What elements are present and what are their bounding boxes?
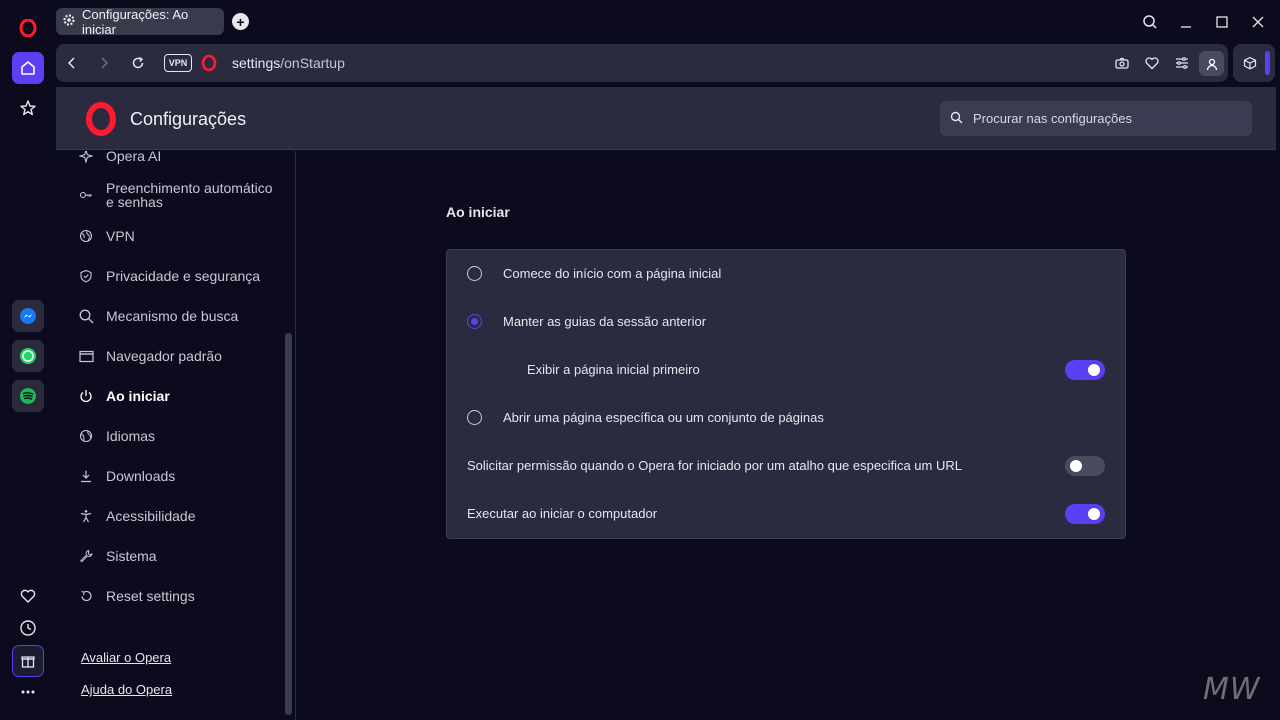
tab-settings[interactable]: Configurações: Ao iniciar	[56, 6, 224, 37]
search-input[interactable]	[973, 111, 1243, 126]
nav-item-vpn[interactable]: VPN	[78, 228, 278, 244]
nav-scrollbar[interactable]	[285, 333, 292, 715]
nav-item-languages[interactable]: Idiomas	[78, 428, 278, 444]
whatsapp-icon[interactable]	[12, 340, 44, 372]
nav-item-privacy[interactable]: Privacidade e segurança	[78, 268, 278, 284]
radio-start-fresh[interactable]	[467, 266, 482, 281]
toggle-run-on-startup[interactable]	[1065, 504, 1105, 524]
option-keep-tabs[interactable]: Manter as guias da sessão anterior	[467, 314, 706, 329]
section-title: Ao iniciar	[446, 204, 510, 220]
browser-window-icon	[78, 348, 94, 364]
sparkle-icon	[78, 151, 94, 164]
heart-icon[interactable]	[12, 580, 44, 612]
opera-logo-icon[interactable]	[12, 12, 44, 44]
key-icon	[78, 187, 94, 203]
download-icon	[78, 468, 94, 484]
opera-logo-icon	[84, 102, 118, 139]
tab-title: Configurações: Ao iniciar	[82, 6, 189, 37]
cube-icon[interactable]	[1237, 44, 1263, 82]
accessibility-icon	[78, 508, 94, 524]
heart-icon[interactable]	[1139, 44, 1165, 82]
nav-item-autofill[interactable]: Preenchimento automático e senhas	[78, 181, 278, 209]
nav-item-default-browser[interactable]: Navegador padrão	[78, 348, 278, 364]
option-label: Executar ao iniciar o computador	[467, 506, 658, 521]
option-label: Comece do início com a página inicial	[503, 266, 722, 281]
url-suffix: /onStartup	[280, 55, 345, 71]
back-button[interactable]	[58, 44, 86, 82]
settings-search[interactable]	[940, 101, 1252, 136]
option-label: Exibir a página inicial primeiro	[527, 362, 700, 377]
option-start-fresh[interactable]: Comece do início com a página inicial	[467, 266, 721, 281]
startup-card: Comece do início com a página inicial Ma…	[446, 249, 1126, 539]
clock-icon[interactable]	[12, 612, 44, 644]
page-title: Configurações	[130, 109, 247, 129]
address-bar: VPN settings/onStartup	[56, 44, 1228, 82]
option-label: Manter as guias da sessão anterior	[503, 314, 707, 329]
nav-item-downloads[interactable]: Downloads	[78, 468, 278, 484]
messenger-icon[interactable]	[12, 300, 44, 332]
url-text[interactable]: settings/onStartup	[232, 55, 345, 71]
settings-nav: Opera AI Preenchimento automático e senh…	[56, 151, 296, 720]
nav-item-accessibility[interactable]: Acessibilidade	[78, 508, 278, 524]
close-button[interactable]	[1246, 10, 1270, 34]
reset-icon	[78, 588, 94, 604]
option-run-on-startup: Executar ao iniciar o computador	[467, 506, 657, 521]
help-opera-link[interactable]: Ajuda do Opera	[81, 682, 172, 697]
radio-specific-pages[interactable]	[467, 410, 482, 425]
search-icon	[78, 308, 94, 324]
search-tabs-icon[interactable]	[1138, 10, 1162, 34]
power-icon	[78, 388, 94, 404]
maximize-button[interactable]	[1210, 10, 1234, 34]
forward-button[interactable]	[90, 44, 118, 82]
toggle-show-start-page[interactable]	[1065, 360, 1105, 380]
gear-icon	[62, 13, 76, 30]
sidebar-panel-handle[interactable]	[1265, 51, 1270, 75]
option-specific-pages[interactable]: Abrir uma página específica ou um conjun…	[467, 410, 824, 425]
search-icon	[950, 111, 963, 127]
profile-icon[interactable]	[1199, 51, 1224, 76]
star-icon[interactable]	[12, 92, 44, 124]
nav-item-search-engine[interactable]: Mecanismo de busca	[78, 308, 278, 324]
gift-icon[interactable]	[12, 645, 44, 677]
left-sidebar	[0, 0, 54, 720]
toggle-ask-permission[interactable]	[1065, 456, 1105, 476]
easy-setup-icon[interactable]	[1169, 44, 1195, 82]
shield-icon	[78, 268, 94, 284]
nav-item-opera-ai[interactable]: Opera AI	[78, 151, 278, 164]
globe-icon	[78, 228, 94, 244]
wrench-icon	[78, 548, 94, 564]
minimize-button[interactable]	[1174, 10, 1198, 34]
nav-item-reset[interactable]: Reset settings	[78, 588, 278, 604]
option-label: Abrir uma página específica ou um conjun…	[503, 410, 824, 425]
reload-button[interactable]	[124, 44, 152, 82]
opera-page-icon	[200, 54, 218, 75]
more-icon[interactable]	[12, 676, 44, 708]
radio-keep-tabs[interactable]	[467, 314, 482, 329]
home-icon[interactable]	[12, 52, 44, 84]
nav-item-on-startup[interactable]: Ao iniciar	[78, 388, 278, 404]
watermark: MW	[1203, 672, 1261, 707]
option-label: Solicitar permissão quando o Opera for i…	[467, 458, 962, 473]
vpn-badge[interactable]: VPN	[164, 54, 192, 72]
new-tab-button[interactable]: +	[232, 13, 249, 30]
url-prefix: settings	[232, 55, 281, 71]
spotify-icon[interactable]	[12, 380, 44, 412]
language-globe-icon	[78, 428, 94, 444]
option-ask-permission: Solicitar permissão quando o Opera for i…	[467, 458, 962, 473]
nav-item-system[interactable]: Sistema	[78, 548, 278, 564]
camera-icon[interactable]	[1109, 44, 1135, 82]
sub-option-show-start-page: Exibir a página inicial primeiro	[527, 362, 700, 377]
rate-opera-link[interactable]: Avaliar o Opera	[81, 650, 171, 665]
